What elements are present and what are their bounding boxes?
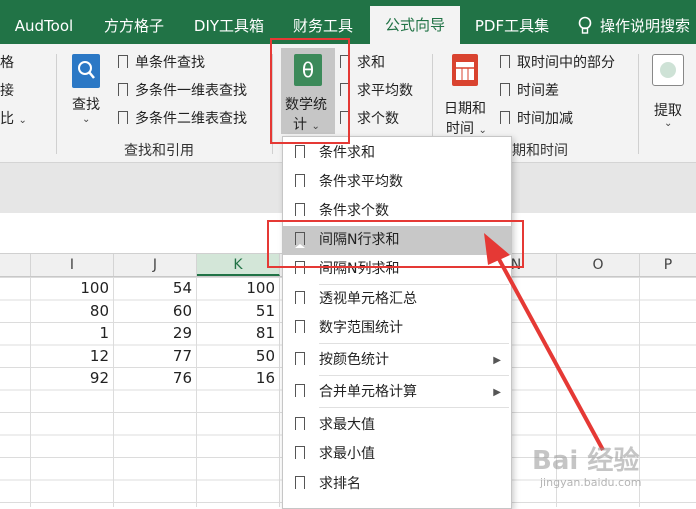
single-condition-lookup[interactable]: 单条件查找 <box>118 52 205 72</box>
time-add-button[interactable]: 时间加减 <box>500 108 573 128</box>
bookmark-icon <box>118 111 128 127</box>
tab-fangfang[interactable]: 方方格子 <box>96 8 172 44</box>
bookmark-icon <box>295 384 305 400</box>
extract-button-label: 提取 <box>654 103 682 119</box>
time-part-button[interactable]: 取时间中的部分 <box>500 52 615 72</box>
cell[interactable]: 77 <box>114 345 192 367</box>
cell[interactable]: 100 <box>31 277 109 299</box>
ribbon-stub-2[interactable]: 接 <box>0 80 14 100</box>
lookup-button-label: 查找 <box>72 97 100 113</box>
menu-separator <box>319 407 509 408</box>
bookmark-icon <box>295 446 305 462</box>
bookmark-icon <box>295 417 305 433</box>
group-separator <box>56 54 57 154</box>
extract-icon <box>652 54 684 86</box>
watermark-url: jingyan.baidu.com <box>540 476 642 489</box>
multi-condition-1d-lookup[interactable]: 多条件一维表查找 <box>118 80 247 100</box>
cell[interactable]: 92 <box>31 367 109 389</box>
extract-button[interactable]: 提取 ⌄ <box>648 52 692 134</box>
column-header-j[interactable]: J <box>114 254 197 276</box>
menu-item-rank[interactable]: 求排名 <box>283 470 511 499</box>
tell-me-search[interactable]: 操作说明搜索 <box>600 8 696 44</box>
menu-separator <box>319 375 509 376</box>
bookmark-icon <box>118 55 128 71</box>
multi-condition-2d-lookup[interactable]: 多条件二维表查找 <box>118 108 247 128</box>
bookmark-icon <box>295 476 305 492</box>
menu-item-min-value[interactable]: 求最小值 <box>283 440 511 469</box>
bookmark-icon <box>500 55 510 71</box>
watermark-logo: Bai 经验 <box>532 446 640 476</box>
chevron-down-icon: ⌄ <box>18 115 27 126</box>
chevron-right-icon: ▶ <box>493 355 501 366</box>
search-doc-icon <box>72 54 100 88</box>
cell[interactable]: 76 <box>114 367 192 389</box>
tab-audtool[interactable]: AudTool <box>6 8 82 44</box>
menu-item-max-value[interactable]: 求最大值 <box>283 411 511 440</box>
menu-item-merged-cell-calc[interactable]: 合并单元格计算 ▶ <box>283 378 511 407</box>
bookmark-icon <box>500 83 510 99</box>
group-separator <box>638 54 639 154</box>
cell[interactable]: 12 <box>31 345 109 367</box>
cell[interactable]: 16 <box>197 367 275 389</box>
annotation-box-math-button <box>270 38 350 144</box>
bookmark-icon <box>295 145 305 161</box>
bookmark-icon <box>500 111 510 127</box>
tab-pdf-tools[interactable]: PDF工具集 <box>468 8 556 44</box>
bookmark-icon <box>295 352 305 368</box>
cell[interactable]: 100 <box>197 277 275 299</box>
bookmark-icon <box>295 291 305 307</box>
column-header-blank[interactable] <box>0 254 31 276</box>
cell[interactable]: 54 <box>114 277 192 299</box>
ribbon-stub-1[interactable]: 格 <box>0 52 14 72</box>
calendar-icon <box>452 54 478 86</box>
chevron-down-icon: ⌄ <box>664 118 673 129</box>
ribbon-stub-3[interactable]: 比 ⌄ <box>0 108 27 128</box>
chevron-down-icon: ⌄ <box>478 125 487 136</box>
lightbulb-icon <box>578 16 592 36</box>
date-button-label-2: 时间 ⌄ <box>446 121 487 137</box>
bookmark-icon <box>295 320 305 336</box>
lookup-button[interactable]: 查找 ⌄ <box>66 52 108 132</box>
cell[interactable]: 1 <box>31 322 109 344</box>
column-header-i[interactable]: I <box>31 254 114 276</box>
grid-line <box>279 277 280 507</box>
chevron-down-icon: ⌄ <box>82 114 91 125</box>
bookmark-icon <box>295 174 305 190</box>
time-diff-button[interactable]: 时间差 <box>500 80 559 100</box>
cell[interactable]: 29 <box>114 322 192 344</box>
tab-diy-toolbox[interactable]: DIY工具箱 <box>186 8 272 44</box>
cell[interactable]: 51 <box>197 300 275 322</box>
chevron-right-icon: ▶ <box>493 387 501 398</box>
annotation-box-menu-item <box>267 220 524 268</box>
cell[interactable]: 50 <box>197 345 275 367</box>
column-header-o[interactable]: O <box>557 254 640 276</box>
math-statistics-menu: 条件求和 条件求平均数 条件求个数 间隔N行求和 间隔N列求和 透视单元格汇总 … <box>282 136 512 509</box>
lookup-group-label: 查找和引用 <box>124 143 194 159</box>
bookmark-icon <box>295 203 305 219</box>
menu-item-conditional-average[interactable]: 条件求平均数 <box>283 168 511 197</box>
cell[interactable]: 80 <box>31 300 109 322</box>
menu-item-pivot-cell-summary[interactable]: 透视单元格汇总 <box>283 285 511 314</box>
bookmark-icon <box>118 83 128 99</box>
average-button[interactable]: 求平均数 <box>340 80 413 100</box>
date-group-label: 期和时间 <box>512 143 568 159</box>
cell[interactable]: 81 <box>197 322 275 344</box>
cell[interactable]: 60 <box>114 300 192 322</box>
tab-formula-wizard[interactable]: 公式向导 <box>370 6 460 44</box>
menu-item-number-range-stats[interactable]: 数字范围统计 <box>283 314 511 343</box>
date-time-button[interactable]: 日期和 时间 ⌄ <box>440 52 494 137</box>
column-header-p[interactable]: P <box>640 254 696 276</box>
menu-item-count-by-color[interactable]: 按颜色统计 ▶ <box>283 346 511 375</box>
menu-separator <box>319 343 509 344</box>
date-button-label-1: 日期和 <box>444 101 486 117</box>
